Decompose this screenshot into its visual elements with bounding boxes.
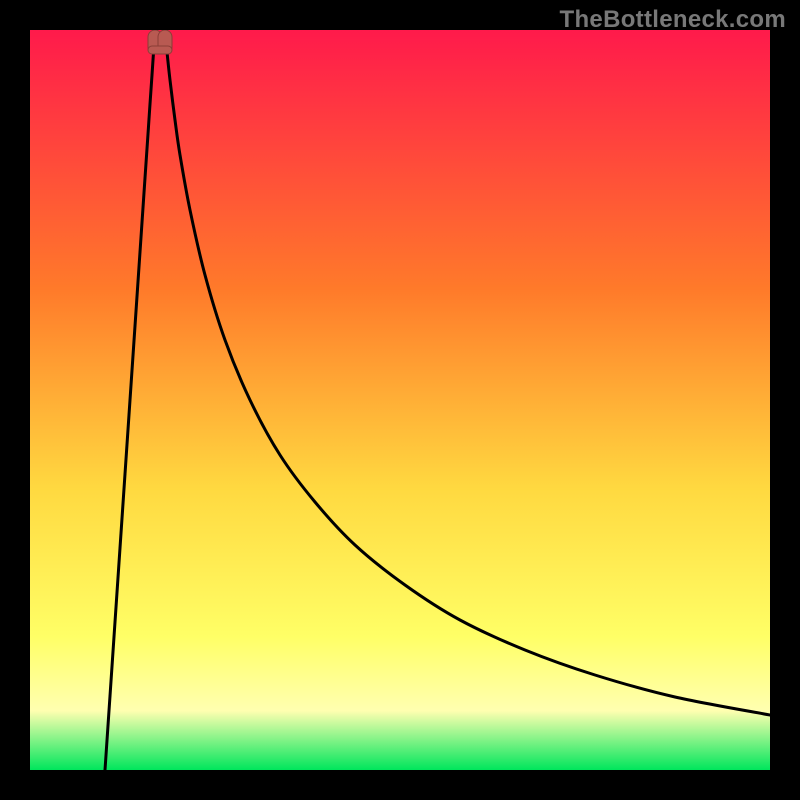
marker-valley-connector — [148, 46, 172, 54]
chart-canvas — [30, 30, 770, 770]
outer-frame: TheBottleneck.com — [0, 0, 800, 800]
watermark-text: TheBottleneck.com — [560, 6, 786, 34]
valley-markers — [148, 30, 172, 54]
gradient-background — [30, 30, 770, 770]
plot-area — [30, 30, 770, 770]
